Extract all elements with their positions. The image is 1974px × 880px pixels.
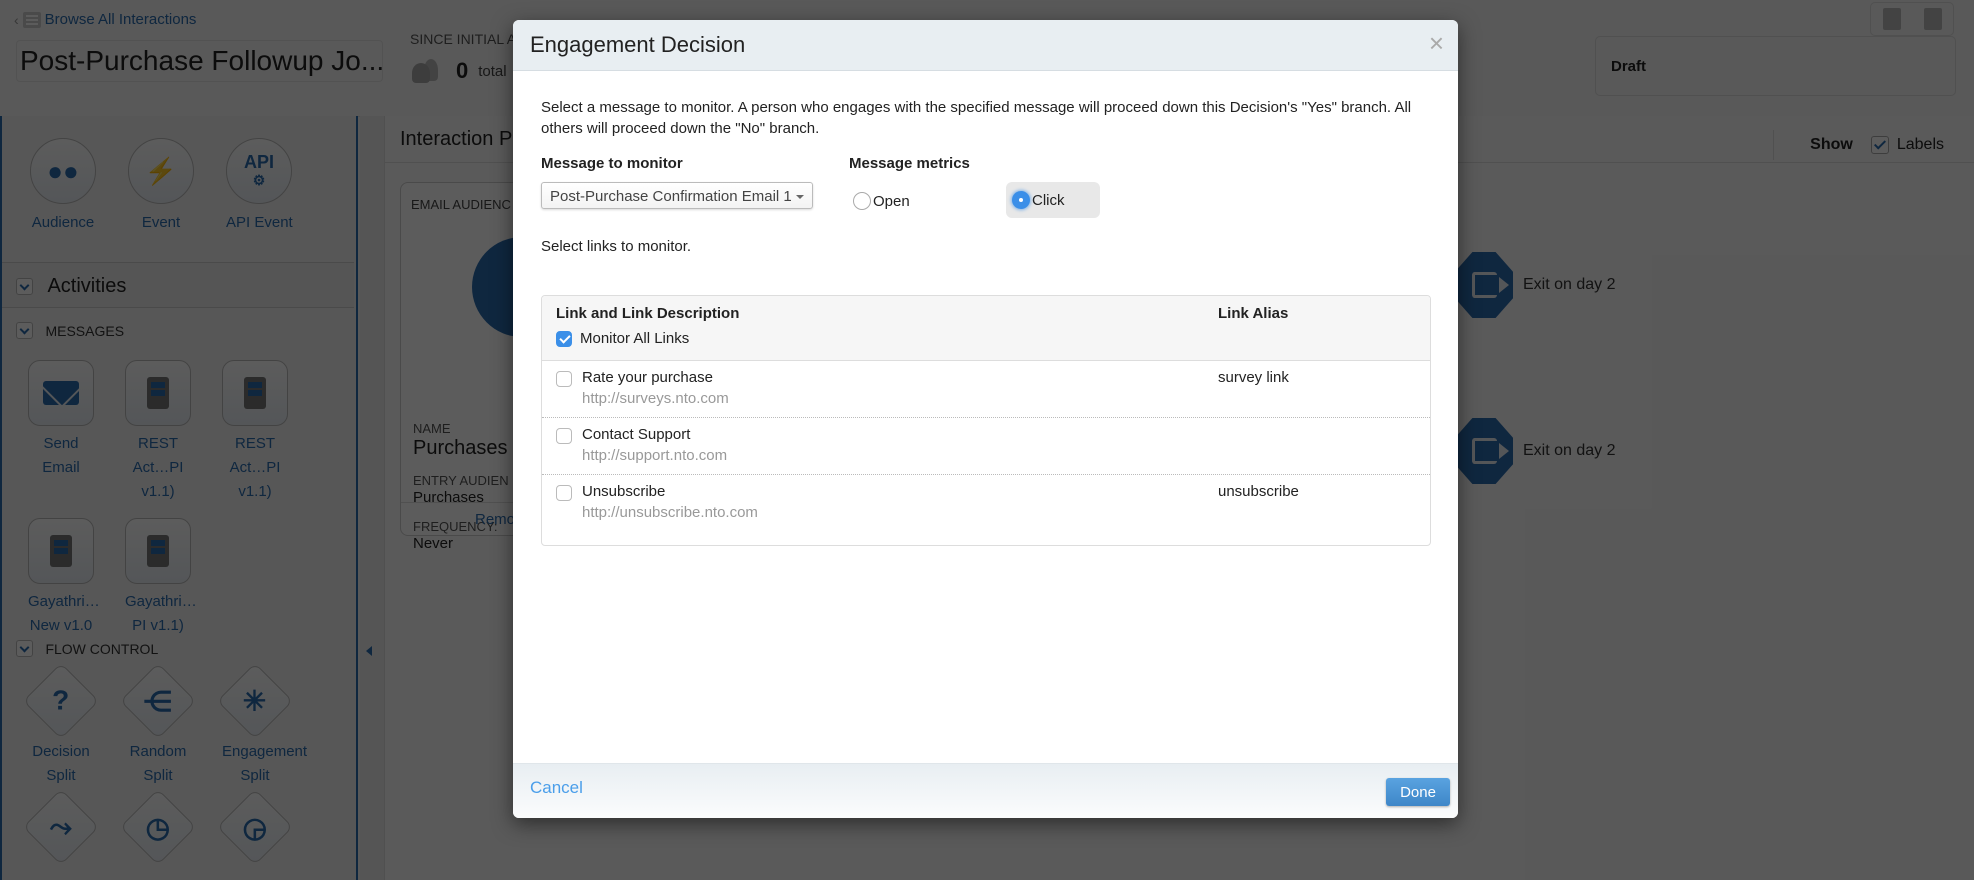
- link-name: Contact Support: [582, 426, 691, 443]
- metric-click-radio[interactable]: [1012, 191, 1030, 209]
- link-alias: survey link: [1218, 369, 1289, 386]
- table-row: Contact Support http://support.nto.com: [542, 418, 1430, 475]
- column-header-link: Link and Link Description: [556, 305, 740, 322]
- monitor-all-label: Monitor All Links: [580, 330, 690, 347]
- dialog-title: Engagement Decision: [530, 32, 746, 57]
- link-name: Rate your purchase: [582, 369, 713, 386]
- link-url: http://support.nto.com: [582, 447, 728, 464]
- close-icon[interactable]: ×: [1429, 30, 1444, 56]
- metric-click-label: Click: [1032, 191, 1065, 209]
- message-metrics-label: Message metrics: [849, 155, 970, 172]
- links-table: Link and Link Description Link Alias Mon…: [541, 295, 1431, 546]
- links-table-header: Link and Link Description Link Alias Mon…: [542, 296, 1430, 361]
- links-note: Select links to monitor.: [541, 238, 692, 255]
- link-alias: unsubscribe: [1218, 483, 1299, 500]
- message-to-monitor-label: Message to monitor: [541, 155, 683, 172]
- link-checkbox[interactable]: [556, 428, 572, 444]
- metric-click-option[interactable]: Click: [1006, 182, 1100, 218]
- link-url: http://unsubscribe.nto.com: [582, 504, 758, 521]
- cancel-button[interactable]: Cancel: [530, 778, 583, 798]
- message-select-value: Post-Purchase Confirmation Email 1: [550, 188, 792, 205]
- link-checkbox[interactable]: [556, 371, 572, 387]
- chevron-down-icon: [796, 195, 804, 199]
- link-checkbox[interactable]: [556, 485, 572, 501]
- monitor-all-links[interactable]: Monitor All Links: [556, 330, 689, 347]
- dialog-header: Engagement Decision ×: [513, 20, 1458, 71]
- done-button[interactable]: Done: [1386, 778, 1450, 806]
- metric-open-label: Open: [873, 192, 910, 210]
- link-url: http://surveys.nto.com: [582, 390, 729, 407]
- metric-open-option[interactable]: Open: [853, 192, 910, 210]
- dialog-description: Select a message to monitor. A person wh…: [541, 99, 1412, 137]
- engagement-decision-dialog: Engagement Decision × Select a message t…: [513, 20, 1458, 818]
- monitor-all-checkbox[interactable]: [556, 330, 572, 347]
- metric-open-radio[interactable]: [853, 192, 871, 210]
- message-select[interactable]: Post-Purchase Confirmation Email 1: [541, 182, 813, 209]
- table-row: Unsubscribe http://unsubscribe.nto.com u…: [542, 475, 1430, 531]
- column-header-alias: Link Alias: [1218, 305, 1289, 322]
- link-name: Unsubscribe: [582, 483, 666, 500]
- table-row: Rate your purchase http://surveys.nto.co…: [542, 361, 1430, 418]
- dialog-footer: Cancel Done: [513, 763, 1458, 818]
